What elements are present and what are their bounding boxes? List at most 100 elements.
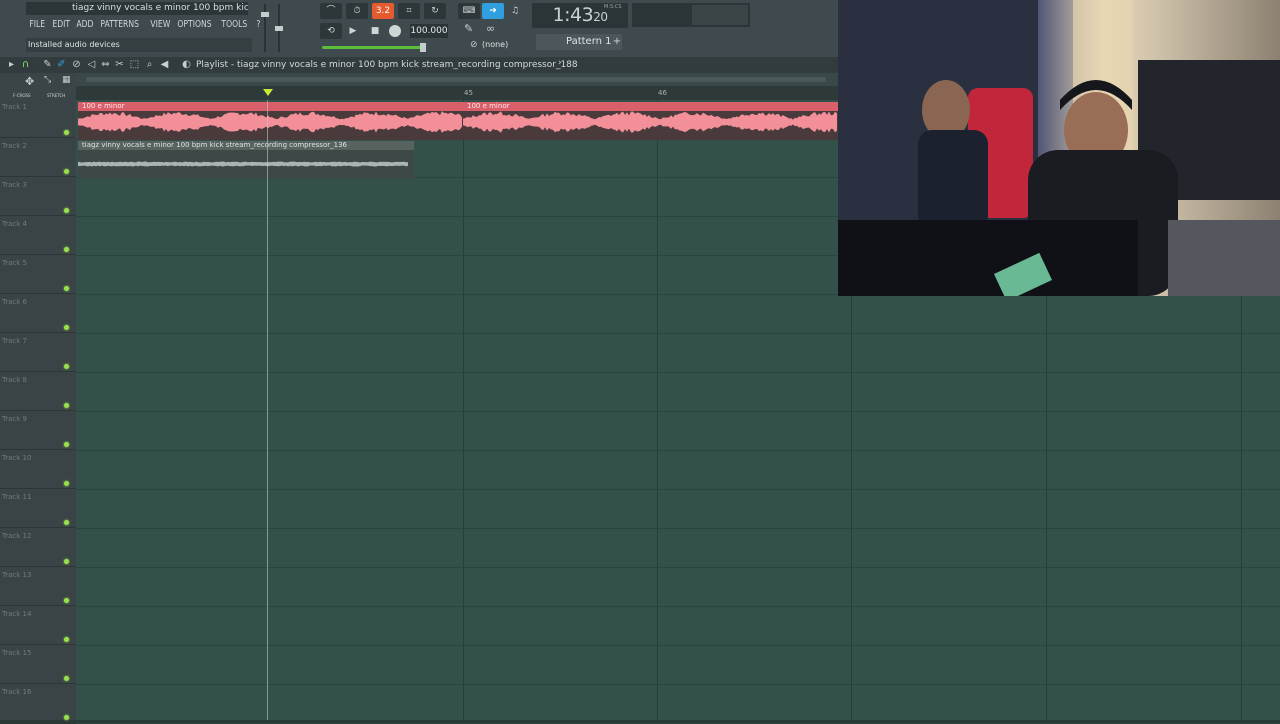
track-enable-led-icon[interactable] bbox=[64, 676, 69, 681]
track-lane[interactable] bbox=[76, 490, 1280, 529]
delete-tool-icon[interactable]: ⊘ bbox=[71, 59, 82, 70]
track-header[interactable]: Track 7 bbox=[0, 334, 75, 372]
tempo-display[interactable]: 100.000 bbox=[410, 24, 448, 38]
stop-icon[interactable]: ■ bbox=[364, 23, 386, 39]
master-pitch-slider[interactable] bbox=[276, 4, 282, 52]
countdown-button[interactable]: 3.2 bbox=[372, 3, 394, 19]
pattern-song-toggle-icon[interactable]: ⟲ bbox=[320, 23, 342, 39]
track-lane[interactable] bbox=[76, 685, 1280, 724]
track-lane[interactable] bbox=[76, 412, 1280, 451]
record-icon[interactable] bbox=[389, 25, 401, 37]
track-enable-led-icon[interactable] bbox=[64, 715, 69, 720]
select-tool-icon[interactable]: ⬚ bbox=[129, 59, 140, 70]
track-header[interactable]: Track 2 bbox=[0, 139, 75, 177]
track-lane[interactable] bbox=[76, 295, 1280, 334]
track-enable-led-icon[interactable] bbox=[64, 364, 69, 369]
pattern-selector[interactable]: Pattern 1 bbox=[536, 34, 622, 50]
track-enable-led-icon[interactable] bbox=[64, 130, 69, 135]
track-enable-led-icon[interactable] bbox=[64, 520, 69, 525]
track-enable-led-icon[interactable] bbox=[64, 247, 69, 252]
slice-tool-icon[interactable]: ✂ bbox=[114, 59, 125, 70]
audio-clip-track1-b[interactable]: 100 e minor bbox=[463, 102, 838, 140]
track-enable-led-icon[interactable] bbox=[64, 481, 69, 486]
playlist-scrollbar[interactable] bbox=[76, 73, 838, 86]
loop-record-icon[interactable]: ↻ bbox=[424, 3, 446, 19]
track-header[interactable]: Track 4 bbox=[0, 217, 75, 255]
track-enable-led-icon[interactable] bbox=[64, 208, 69, 213]
slip-tool-icon[interactable]: ⇔ bbox=[100, 59, 111, 70]
menu-tools[interactable]: TOOLS bbox=[218, 16, 251, 34]
audio-clip-track1-a[interactable]: 100 e minor bbox=[78, 102, 463, 140]
track-header[interactable]: Track 6 bbox=[0, 295, 75, 333]
track-lane[interactable] bbox=[76, 334, 1280, 373]
typing-keyboard-icon[interactable]: ⌨ bbox=[458, 3, 480, 19]
track-header[interactable]: Track 11 bbox=[0, 490, 75, 528]
link-icon[interactable]: ∞ bbox=[486, 22, 495, 35]
track-header[interactable]: Track 14 bbox=[0, 607, 75, 645]
menu-options[interactable]: OPTIONS bbox=[174, 16, 215, 34]
cpu-memory-monitor bbox=[632, 3, 750, 27]
menu-patterns[interactable]: PATTERNS bbox=[97, 16, 142, 34]
draw-tool-icon[interactable]: ✎ bbox=[42, 59, 53, 70]
zoom-tool-icon[interactable]: ⌕ bbox=[144, 59, 155, 70]
step-forward-icon[interactable]: ➜ bbox=[482, 3, 504, 19]
playback-tool-icon[interactable]: ◀ bbox=[159, 59, 170, 70]
track-header[interactable]: Track 8 bbox=[0, 373, 75, 411]
pattern-add-icon[interactable]: + bbox=[612, 34, 622, 50]
playlist-menu-arrow-icon[interactable]: ▸ bbox=[6, 59, 17, 70]
track-header[interactable]: Track 12 bbox=[0, 529, 75, 567]
playlist-title-arrow-icon[interactable]: › bbox=[558, 58, 562, 68]
track-header[interactable]: Track 15 bbox=[0, 646, 75, 684]
master-volume-slider[interactable] bbox=[262, 4, 268, 52]
snap-icon[interactable]: ⊘ bbox=[470, 40, 478, 50]
track-header[interactable]: Track 9 bbox=[0, 412, 75, 450]
track-header[interactable]: Track 1 bbox=[0, 100, 75, 138]
menu-file[interactable]: FILE bbox=[26, 16, 49, 34]
brush-icon[interactable]: ✎ bbox=[464, 22, 473, 35]
track-enable-led-icon[interactable] bbox=[64, 559, 69, 564]
track-lane[interactable] bbox=[76, 529, 1280, 568]
track-header[interactable]: Track 5 bbox=[0, 256, 75, 294]
audio-clip-track2[interactable]: tiagz vinny vocals e minor 100 bpm kick … bbox=[78, 141, 414, 179]
menu-add[interactable]: ADD bbox=[73, 16, 97, 34]
stretch-label[interactable]: STRETCH bbox=[47, 93, 65, 98]
track-enable-led-icon[interactable] bbox=[64, 325, 69, 330]
step-edit-icon[interactable]: ⌗ bbox=[398, 3, 420, 19]
clip-header[interactable]: tiagz vinny vocals e minor 100 bpm kick … bbox=[78, 141, 414, 150]
crossfade-label[interactable]: F-CROSS bbox=[13, 93, 31, 98]
track-header[interactable]: Track 10 bbox=[0, 451, 75, 489]
pattern-picker[interactable]: (none) bbox=[482, 38, 526, 52]
metronome-bell-icon[interactable]: ♫ bbox=[504, 3, 526, 19]
track-enable-led-icon[interactable] bbox=[64, 442, 69, 447]
clip-header[interactable]: 100 e minor bbox=[463, 102, 838, 111]
track-enable-led-icon[interactable] bbox=[64, 286, 69, 291]
grid-view-icon[interactable]: ▦ bbox=[62, 75, 71, 85]
track-lane[interactable] bbox=[76, 451, 1280, 490]
menu-view[interactable]: VIEW bbox=[147, 16, 174, 34]
clip-header[interactable]: 100 e minor bbox=[78, 102, 463, 111]
main-volume-handle[interactable] bbox=[420, 43, 426, 52]
track-lane[interactable] bbox=[76, 373, 1280, 412]
track-lane[interactable] bbox=[76, 646, 1280, 685]
track-enable-led-icon[interactable] bbox=[64, 403, 69, 408]
song-position-marker-icon[interactable] bbox=[263, 89, 273, 96]
mute-tool-icon[interactable]: ◁ bbox=[86, 59, 97, 70]
magnet-snap-icon[interactable]: ∩ bbox=[20, 59, 31, 70]
track-header[interactable]: Track 13 bbox=[0, 568, 75, 606]
track-lane[interactable] bbox=[76, 607, 1280, 646]
track-enable-led-icon[interactable] bbox=[64, 169, 69, 174]
metronome-icon[interactable]: ⌒ bbox=[320, 3, 342, 19]
speaker-icon[interactable]: ◐ bbox=[181, 59, 192, 70]
resize-icon[interactable]: ⤡ bbox=[44, 75, 51, 85]
track-lane[interactable] bbox=[76, 568, 1280, 607]
menu-edit[interactable]: EDIT bbox=[49, 16, 73, 34]
time-ruler[interactable] bbox=[76, 86, 838, 101]
track-header[interactable]: Track 16 bbox=[0, 685, 75, 723]
track-header[interactable]: Track 3 bbox=[0, 178, 75, 216]
wait-record-icon[interactable]: ⏱ bbox=[346, 3, 368, 19]
play-icon[interactable]: ▶ bbox=[342, 23, 364, 39]
track-enable-led-icon[interactable] bbox=[64, 637, 69, 642]
track-enable-led-icon[interactable] bbox=[64, 598, 69, 603]
paint-tool-icon[interactable]: ✐ bbox=[56, 59, 67, 70]
pan-icon[interactable]: ✥ bbox=[25, 75, 34, 88]
